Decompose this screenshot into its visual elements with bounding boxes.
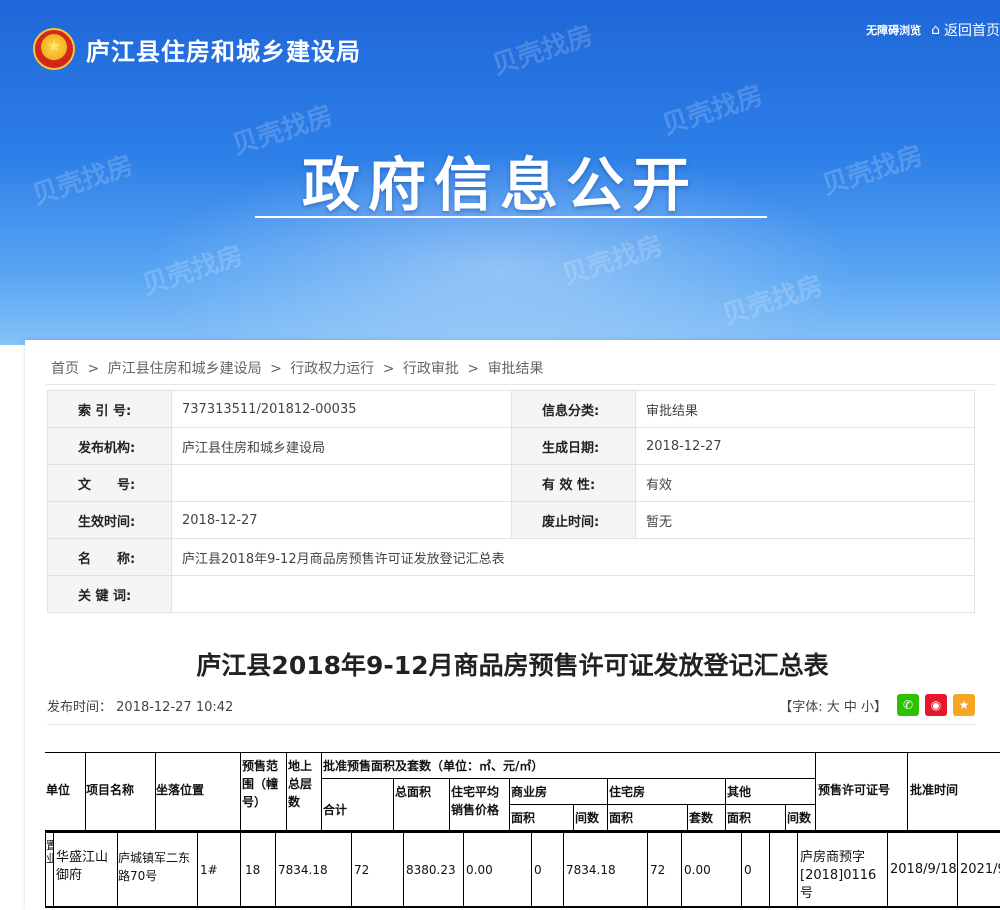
breadcrumb-result[interactable]: 审批结果 (488, 361, 544, 377)
info-metadata-table: 索 引 号: 737313511/201812-00035 信息分类: 审批结果… (47, 390, 975, 613)
docno-value (171, 464, 512, 502)
keywords-label: 关 键 词: (47, 575, 172, 613)
header-residential: 住宅房 (607, 778, 725, 804)
header-other-rooms: 间数 (785, 804, 815, 830)
table-cell (769, 832, 797, 906)
weibo-icon[interactable]: ◉ (925, 694, 947, 716)
divider (47, 724, 975, 725)
article-title: 庐江县2018年9-12月商品房预售许可证发放登记汇总表 (196, 651, 829, 680)
created-label: 生成日期: (511, 427, 636, 465)
top-links: 无障碍浏览 ⌂ 返回首页 (866, 20, 1000, 40)
breadcrumb-separator: > (87, 361, 100, 377)
site-title[interactable]: 庐江县住房和城乡建设局 (86, 32, 361, 67)
header-other-area: 面积 (725, 804, 785, 830)
header-total: 合计 (321, 778, 393, 830)
breadcrumb: 首页 > 庐江县住房和城乡建设局 > 行政权力运行 > 行政审批 > 审批结果 (51, 358, 548, 378)
banner-underline (255, 216, 767, 218)
effective-label: 生效时间: (47, 501, 172, 539)
header-location: 坐落位置 (155, 752, 240, 830)
category-value: 审批结果 (635, 390, 975, 428)
name-value: 庐江县2018年9-12月商品房预售许可证发放登记汇总表 (171, 538, 975, 576)
validity-label: 有 效 性: (511, 464, 636, 502)
header-permit-no: 预售许可证号 (815, 752, 907, 830)
main-content: 首页 > 庐江县住房和城乡建设局 > 行政权力运行 > 行政审批 > 审批结果 … (25, 340, 1000, 910)
header-other: 其他 (725, 778, 815, 804)
table-cell: 庐城镇军二东路70号 (117, 832, 197, 906)
divider (45, 384, 995, 385)
table-cell: 2018/9/18 (887, 832, 957, 906)
home-link[interactable]: ⌂ 返回首页 (931, 20, 1000, 40)
validity-value: 有效 (635, 464, 975, 502)
category-label: 信息分类: (511, 390, 636, 428)
publisher-label: 发布机构: (47, 427, 172, 465)
table-cell: 18 (240, 832, 275, 906)
table-cell: 72 (647, 832, 681, 906)
table-cell: 7834.18 (563, 832, 647, 906)
permit-summary-table: 单位 项目名称 坐落位置 预售范围（幢号） 地上总层数 批准预售面积及套数（单位… (45, 752, 1000, 910)
keywords-value (171, 575, 975, 613)
banner-title: 政府信息公开 (301, 151, 698, 219)
header-residential-area: 面积 (607, 804, 687, 830)
header-total-area: 总面积 (393, 778, 449, 830)
watermark: 贝壳找房 (488, 20, 597, 82)
home-link-label: 返回首页 (944, 23, 1000, 39)
table-cell: 8380.23 (403, 832, 463, 906)
abolish-value: 暂无 (635, 501, 975, 539)
table-cell: 置业 (45, 832, 53, 906)
font-size-switcher[interactable]: 【字体: 大 中 小】 (779, 696, 887, 715)
created-value: 2018-12-27 (635, 427, 975, 465)
watermark: 贝壳找房 (658, 80, 767, 142)
table-cell: 1# (197, 832, 240, 906)
star-icon[interactable]: ★ (953, 694, 975, 716)
breadcrumb-approval[interactable]: 行政审批 (403, 361, 459, 377)
breadcrumb-bureau[interactable]: 庐江县住房和城乡建设局 (108, 361, 262, 377)
table-cell: 0 (531, 832, 563, 906)
index-label: 索 引 号: (47, 390, 172, 428)
national-emblem-icon (33, 28, 75, 70)
header-presale-range: 预售范围（幢号） (240, 752, 286, 830)
header-residential-units: 套数 (687, 804, 725, 830)
table-rule (45, 906, 1000, 908)
wechat-icon[interactable]: ✆ (897, 694, 919, 716)
header-banner: 贝壳找房 贝壳找房 贝壳找房 贝壳找房 贝壳找房 贝壳找房 贝壳找房 贝壳找房 … (0, 0, 1000, 345)
name-label: 名 称: (47, 538, 172, 576)
breadcrumb-separator: > (382, 361, 395, 377)
abolish-label: 废止时间: (511, 501, 636, 539)
header-commercial-area: 面积 (509, 804, 573, 830)
docno-label: 文 号: (47, 464, 172, 502)
table-cell: 庐房商预字[2018]0116号 (797, 832, 887, 906)
publisher-value: 庐江县住房和城乡建设局 (171, 427, 512, 465)
header-commercial: 商业房 (509, 778, 607, 804)
breadcrumb-home[interactable]: 首页 (51, 361, 79, 377)
index-value: 737313511/201812-00035 (171, 390, 512, 428)
header-floors: 地上总层数 (286, 752, 321, 830)
table-cell: 0.00 (681, 832, 741, 906)
table-cell: 7834.18 (275, 832, 351, 906)
header-avg-price: 住宅平均销售价格 (449, 778, 509, 830)
header-project: 项目名称 (85, 752, 155, 830)
table-cell: 0.00 (463, 832, 531, 906)
table-cell: 华盛江山御府 (53, 832, 117, 906)
effective-value: 2018-12-27 (171, 501, 512, 539)
header-approved-area: 批准预售面积及套数（单位：㎡、元/㎡） (321, 752, 815, 778)
header-approval-date: 批准时间 (907, 752, 1000, 830)
accessibility-link[interactable]: 无障碍浏览 (866, 22, 921, 38)
breadcrumb-separator: > (467, 361, 480, 377)
table-cell: 72 (351, 832, 403, 906)
house-icon: ⌂ (931, 22, 940, 38)
breadcrumb-admin-power[interactable]: 行政权力运行 (290, 361, 374, 377)
publish-info-row: 发布时间： 2018-12-27 10:42 【字体: 大 中 小】 ✆ ◉ ★ (47, 694, 975, 716)
publish-time: 发布时间： 2018-12-27 10:42 (47, 700, 234, 715)
table-cell: 0 (741, 832, 769, 906)
table-cell: 2021/9 (957, 832, 1000, 906)
header-commercial-rooms: 间数 (573, 804, 607, 830)
breadcrumb-separator: > (270, 361, 282, 377)
